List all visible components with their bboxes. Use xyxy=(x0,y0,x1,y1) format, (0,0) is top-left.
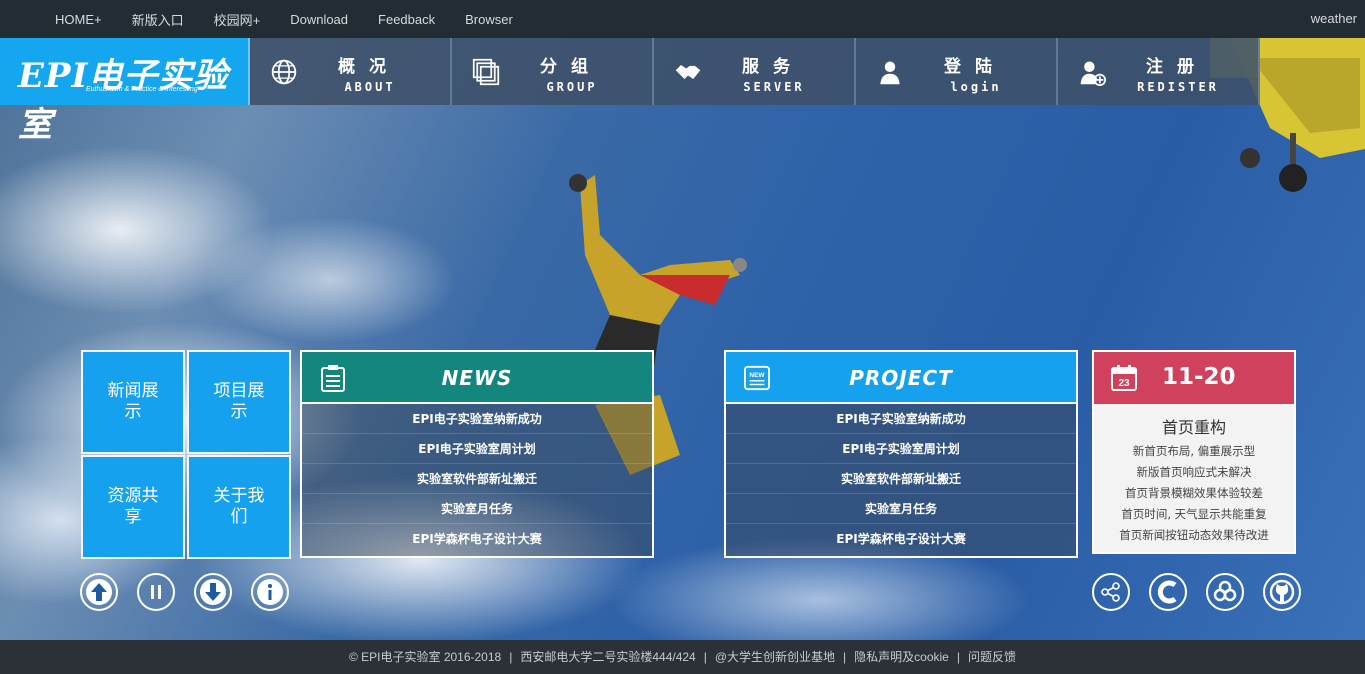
news-item[interactable]: EPI电子实验室周计划 xyxy=(302,434,652,464)
news-item[interactable]: 实验室软件部新址搬迁 xyxy=(302,464,652,494)
footer-separator: | xyxy=(703,650,707,664)
scroll-down-button[interactable] xyxy=(194,573,232,611)
news-item[interactable]: 实验室月任务 xyxy=(302,494,652,524)
calendar-header: 23 11-20 xyxy=(1094,352,1294,404)
weather-widget[interactable]: weather xyxy=(1311,11,1357,26)
calendar-card: 23 11-20 首页重构 新首页布局, 偏重展示型 新版首页响应式未解决 首页… xyxy=(1092,350,1296,554)
news-item[interactable]: EPI电子实验室纳新成功 xyxy=(302,404,652,434)
nav-link-campus-network[interactable]: 校园网+ xyxy=(199,10,276,29)
site-logo[interactable]: EPI电子实验室 Euthusiasm & Practice & Interes… xyxy=(0,38,250,145)
calendar-note: 新版首页响应式未解决 xyxy=(1136,465,1252,479)
news-panel: NEWS EPI电子实验室纳新成功 EPI电子实验室周计划 实验室软件部新址搬迁… xyxy=(300,350,654,558)
tile-news-display[interactable]: 新闻展示 xyxy=(81,350,185,454)
calendar-date: 11-20 xyxy=(1162,364,1236,390)
handshake-icon xyxy=(675,65,701,79)
nav-link-feedback[interactable]: Feedback xyxy=(363,12,450,27)
github-button[interactable] xyxy=(1263,573,1301,611)
calendar-icon: 23 xyxy=(1111,365,1137,391)
calendar-note: 首页时间, 天气显示共能重复 xyxy=(1121,507,1267,521)
site-footer: © EPI电子实验室 2016-2018 | 西安邮电大学二号实验楼444/424 |… xyxy=(0,640,1365,674)
tile-about-us[interactable]: 关于我们 xyxy=(187,455,291,559)
share-icon xyxy=(1101,582,1120,602)
project-panel-header: NEW PROJECT xyxy=(726,352,1076,404)
main-menu: EPI电子实验室 Euthusiasm & Practice & Interes… xyxy=(0,38,1260,145)
logo-title: EPI电子实验室 xyxy=(18,56,229,145)
tile-resource-share[interactable]: 资源共享 xyxy=(81,455,185,559)
menu-item-server-cn: 服务 xyxy=(742,57,804,77)
arrow-down-icon xyxy=(200,579,226,605)
tile-resource-share-label: 资源共享 xyxy=(107,486,159,527)
tile-project-display[interactable]: 项目展示 xyxy=(187,350,291,454)
github-icon xyxy=(1269,579,1295,605)
globe-icon xyxy=(271,59,297,85)
news-list: EPI电子实验室纳新成功 EPI电子实验室周计划 实验室软件部新址搬迁 实验室月… xyxy=(302,404,652,554)
project-item[interactable]: 实验室软件部新址搬迁 xyxy=(726,464,1076,494)
menu-item-server-en: SERVER xyxy=(743,80,805,94)
menu-item-about-en: ABOUT xyxy=(344,80,396,94)
menu-item-login-en: login xyxy=(950,80,1002,94)
link-circles-icon xyxy=(1213,580,1237,602)
calendar-note: 新首页布局, 偏重展示型 xyxy=(1132,444,1256,458)
community-button[interactable] xyxy=(1206,573,1244,611)
project-list: EPI电子实验室纳新成功 EPI电子实验室周计划 实验室软件部新址搬迁 实验室月… xyxy=(726,404,1076,554)
tile-project-display-label: 项目展示 xyxy=(213,381,265,422)
layers-icon xyxy=(472,58,500,86)
calendar-title: 首页重构 xyxy=(1161,418,1226,437)
top-nav-bar: HOME+ 新版入口 校园网+ Download Feedback Browse… xyxy=(0,0,1365,38)
menu-item-group[interactable]: 分组 GROUP xyxy=(452,38,654,105)
project-item[interactable]: EPI学森杯电子设计大赛 xyxy=(726,524,1076,554)
news-panel-title: NEWS xyxy=(441,366,513,390)
tile-about-us-label: 关于我们 xyxy=(213,486,265,527)
footer-separator: | xyxy=(843,650,847,664)
footer-separator: | xyxy=(509,650,513,664)
menu-item-register[interactable]: 注册 REDISTER xyxy=(1058,38,1260,105)
share-button[interactable] xyxy=(1092,573,1130,611)
info-icon xyxy=(257,579,283,605)
news-panel-header: NEWS xyxy=(302,352,652,404)
pause-icon xyxy=(151,585,161,599)
nav-link-download[interactable]: Download xyxy=(275,12,363,27)
menu-item-register-en: REDISTER xyxy=(1137,80,1219,94)
footer-privacy-link[interactable]: 隐私声明及cookie xyxy=(854,650,949,664)
nav-link-new-entry[interactable]: 新版入口 xyxy=(117,10,199,29)
c-logo-icon xyxy=(1157,580,1177,604)
csdn-button[interactable] xyxy=(1149,573,1187,611)
menu-item-register-cn: 注册 xyxy=(1146,57,1208,77)
arrow-up-icon xyxy=(86,579,112,605)
footer-copyright: © EPI电子实验室 2016-2018 xyxy=(348,650,502,664)
calendar-day-number: 23 xyxy=(1118,378,1130,389)
project-item[interactable]: EPI电子实验室周计划 xyxy=(726,434,1076,464)
project-item[interactable]: EPI电子实验室纳新成功 xyxy=(726,404,1076,434)
project-panel-title: PROJECT xyxy=(849,366,953,390)
menu-item-login-cn: 登陆 xyxy=(944,57,1006,77)
project-item[interactable]: 实验室月任务 xyxy=(726,494,1076,524)
footer-base-link[interactable]: @大学生创新创业基地 xyxy=(715,650,835,664)
info-button[interactable] xyxy=(251,573,289,611)
add-user-icon xyxy=(1080,61,1106,86)
project-panel: NEW PROJECT EPI电子实验室纳新成功 EPI电子实验室周计划 实验室… xyxy=(724,350,1078,558)
menu-item-server[interactable]: 服务 SERVER xyxy=(654,38,856,105)
nav-link-browser[interactable]: Browser xyxy=(450,12,528,27)
footer-separator: | xyxy=(956,650,960,664)
menu-item-about-cn: 概况 xyxy=(338,57,400,77)
nav-link-home[interactable]: HOME+ xyxy=(40,12,117,27)
scroll-up-button[interactable] xyxy=(80,573,118,611)
menu-item-group-en: GROUP xyxy=(546,80,598,94)
menu-item-group-cn: 分组 xyxy=(540,57,602,77)
tile-news-display-label: 新闻展示 xyxy=(107,381,159,422)
user-icon xyxy=(880,61,900,85)
calendar-note: 首页背景模糊效果体验较差 xyxy=(1125,486,1263,500)
pause-button[interactable] xyxy=(137,573,175,611)
footer-feedback-link[interactable]: 问题反馈 xyxy=(968,650,1016,664)
menu-item-about[interactable]: 概况 ABOUT xyxy=(250,38,452,105)
menu-item-login[interactable]: 登陆 login xyxy=(856,38,1058,105)
news-item[interactable]: EPI学森杯电子设计大赛 xyxy=(302,524,652,554)
calendar-note: 首页新闻按钮动态效果待改进 xyxy=(1119,528,1269,542)
logo-subtitle: Euthusiasm & Practice & Interesting xyxy=(86,86,198,93)
footer-address: 西安邮电大学二号实验楼444/424 xyxy=(520,650,696,664)
